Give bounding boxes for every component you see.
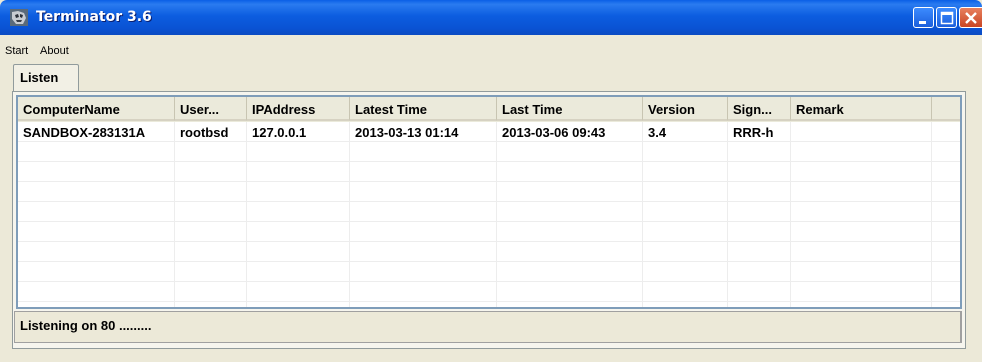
cell-sign: RRR-h <box>728 122 791 141</box>
cell-user: rootbsd <box>175 122 247 141</box>
cell-filler <box>932 122 960 141</box>
empty-row <box>18 162 960 182</box>
column-header-sign[interactable]: Sign... <box>728 97 791 121</box>
maximize-button[interactable] <box>936 7 957 28</box>
column-header-ipaddress[interactable]: IPAddress <box>247 97 350 121</box>
empty-row <box>18 142 960 162</box>
cell-version: 3.4 <box>643 122 728 141</box>
connections-list[interactable]: ComputerName User... IPAddress Latest Ti… <box>16 95 962 309</box>
app-icon[interactable] <box>10 9 28 26</box>
column-header-filler <box>932 97 960 121</box>
column-header-last-time[interactable]: Last Time <box>497 97 643 121</box>
empty-row <box>18 262 960 282</box>
minimize-icon <box>919 21 926 24</box>
grid-line <box>174 142 175 307</box>
list-header: ComputerName User... IPAddress Latest Ti… <box>18 97 960 122</box>
window-title: Terminator 3.6 <box>36 9 152 25</box>
empty-row <box>18 222 960 242</box>
cell-remark <box>791 122 932 141</box>
column-header-latest-time[interactable]: Latest Time <box>350 97 497 121</box>
menu-item-start[interactable]: Start <box>5 45 28 57</box>
cell-last-time: 2013-03-06 09:43 <box>497 122 643 141</box>
grid-line <box>246 142 247 307</box>
close-icon <box>965 12 977 24</box>
grid-line <box>642 142 643 307</box>
cell-latest-time: 2013-03-13 01:14 <box>350 122 497 141</box>
grid-line <box>349 142 350 307</box>
main-window: Terminator 3.6 Start About Listen Comput… <box>0 0 982 362</box>
cell-computername: SANDBOX-283131A <box>18 122 175 141</box>
menu-bar <box>0 35 982 62</box>
minimize-button[interactable] <box>913 7 934 28</box>
column-header-version[interactable]: Version <box>643 97 728 121</box>
column-header-remark[interactable]: Remark <box>791 97 932 121</box>
grid-line <box>496 142 497 307</box>
status-bar: Listening on 80 ......... <box>14 311 962 343</box>
table-row[interactable]: SANDBOX-283131A rootbsd 127.0.0.1 2013-0… <box>18 122 960 142</box>
grid-line <box>727 142 728 307</box>
tab-listen-label: Listen <box>20 70 59 85</box>
maximize-icon <box>940 11 954 25</box>
tab-listen[interactable]: Listen <box>13 64 79 91</box>
status-text: Listening on 80 ......... <box>20 318 152 333</box>
column-header-user[interactable]: User... <box>175 97 247 121</box>
empty-row <box>18 202 960 222</box>
empty-row <box>18 182 960 202</box>
grid-line <box>790 142 791 307</box>
grid-line <box>931 142 932 307</box>
close-button[interactable] <box>959 7 982 28</box>
column-header-computername[interactable]: ComputerName <box>18 97 175 121</box>
cell-ipaddress: 127.0.0.1 <box>247 122 350 141</box>
title-bar[interactable]: Terminator 3.6 <box>0 0 982 35</box>
empty-row <box>18 242 960 262</box>
empty-row <box>18 282 960 302</box>
menu-item-about[interactable]: About <box>40 45 69 57</box>
